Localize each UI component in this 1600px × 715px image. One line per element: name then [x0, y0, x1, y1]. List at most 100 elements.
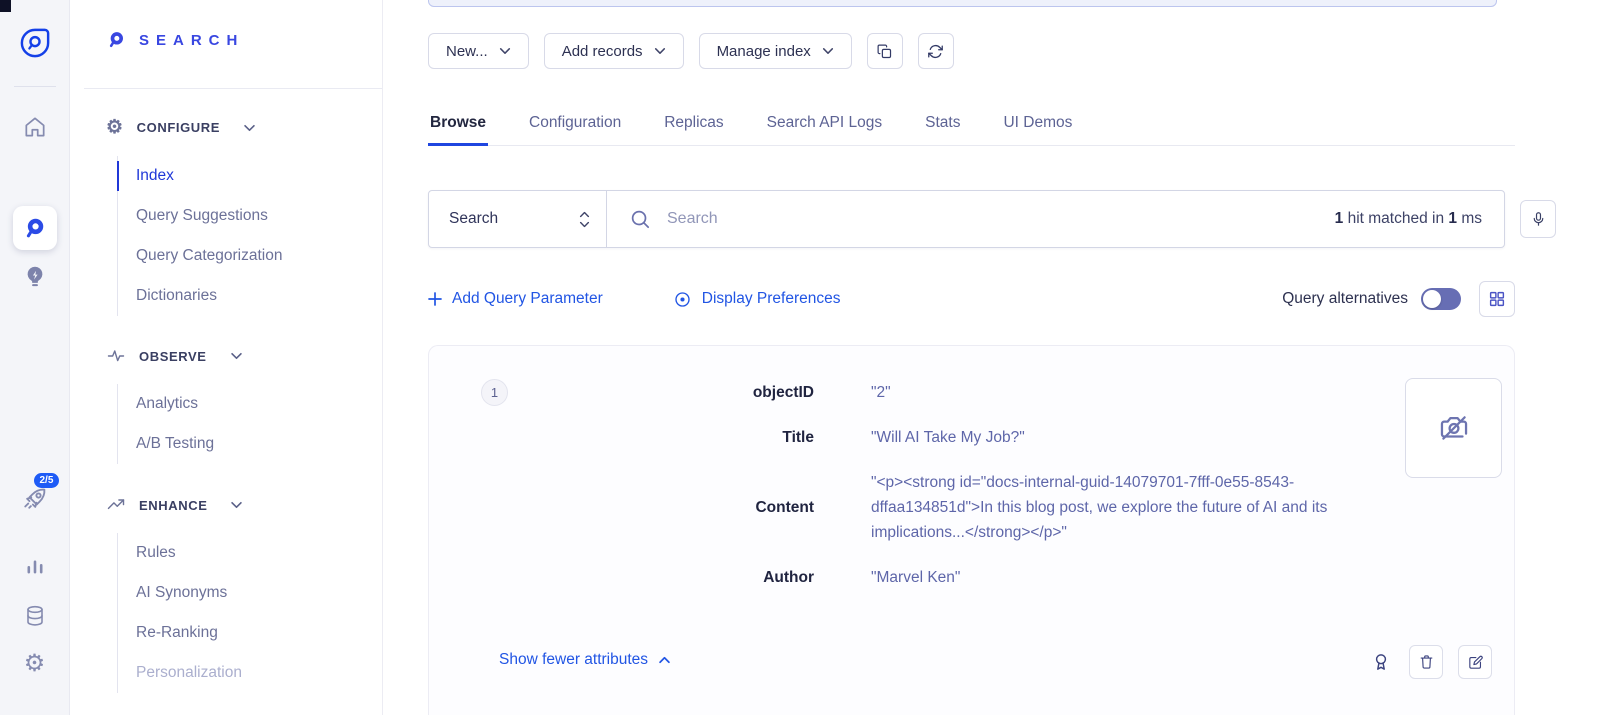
attribute-name: objectID	[429, 380, 814, 405]
query-alternatives-toggle[interactable]	[1421, 288, 1461, 310]
attribute-value: "<p><strong id="docs-internal-guid-14079…	[871, 470, 1393, 545]
index-toolbar: New... Add records Manage index	[428, 33, 954, 69]
app-root: 2/5 ⚙	[0, 0, 1600, 715]
sidebar-divider	[84, 88, 382, 89]
toggle-knob	[1423, 290, 1441, 308]
tab-ui-demos[interactable]: UI Demos	[1001, 104, 1074, 145]
manage-index-button[interactable]: Manage index	[699, 33, 852, 69]
rail-home-button[interactable]	[22, 114, 48, 140]
refresh-icon	[927, 43, 944, 60]
configure-items: Index Query Suggestions Query Categoriza…	[117, 156, 282, 316]
search-scope-value: Search	[449, 210, 498, 228]
search-scope-select[interactable]: Search	[429, 191, 607, 247]
show-fewer-label: Show fewer attributes	[499, 651, 648, 669]
chevron-down-icon	[654, 47, 666, 55]
section-enhance-label: ENHANCE	[139, 498, 207, 513]
sidebar-item-re-ranking[interactable]: Re-Ranking	[136, 613, 242, 653]
hit-actions	[1370, 645, 1492, 679]
chevron-updown-icon	[579, 211, 590, 228]
trash-icon	[1418, 653, 1435, 671]
sidebar-item-query-suggestions[interactable]: Query Suggestions	[136, 196, 282, 236]
sidebar-item-rules[interactable]: Rules	[136, 533, 242, 573]
chevron-down-icon	[499, 47, 511, 55]
sidebar-item-index[interactable]: Index	[136, 156, 282, 196]
add-query-parameter-link[interactable]: Add Query Parameter	[428, 290, 603, 308]
tab-replicas[interactable]: Replicas	[662, 104, 725, 145]
voice-search-button[interactable]	[1520, 200, 1556, 238]
attribute-value: "Will AI Take My Job?"	[871, 425, 1393, 450]
attribute-name: Title	[429, 425, 814, 450]
algolia-logo-icon	[20, 28, 50, 58]
award-icon	[1370, 650, 1392, 674]
chevron-down-icon	[230, 501, 243, 509]
search-input[interactable]	[667, 210, 1320, 228]
home-icon	[22, 114, 48, 140]
query-controls: Add Query Parameter Display Preferences …	[428, 281, 1515, 317]
section-observe-label: OBSERVE	[139, 349, 207, 364]
display-preferences-link[interactable]: Display Preferences	[673, 290, 841, 309]
copy-index-button[interactable]	[867, 33, 903, 69]
rocket-icon	[20, 484, 50, 514]
product-title: SEARCH	[106, 30, 244, 50]
sidebar-item-dictionaries[interactable]: Dictionaries	[136, 276, 282, 316]
promote-hit-button[interactable]	[1370, 650, 1392, 674]
layout-grid-button[interactable]	[1479, 281, 1515, 317]
sidebar-item-analytics[interactable]: Analytics	[136, 384, 214, 424]
database-icon	[23, 604, 47, 628]
algolia-logo[interactable]	[20, 28, 50, 58]
rail-data-button[interactable]	[23, 604, 47, 628]
sidebar-item-personalization[interactable]: Personalization	[136, 653, 242, 693]
index-tabs: Browse Configuration Replicas Search API…	[428, 104, 1515, 146]
query-alternatives-label: Query alternatives	[1282, 290, 1408, 308]
configure-gear-icon: ⚙	[106, 118, 124, 137]
index-selector-edge	[428, 0, 1497, 7]
rail-search-button[interactable]	[13, 206, 57, 250]
rail-analytics-button[interactable]	[23, 555, 47, 579]
tab-stats[interactable]: Stats	[923, 104, 962, 145]
rail-divider	[14, 86, 56, 87]
grid-icon	[1488, 290, 1506, 308]
section-enhance[interactable]: ENHANCE	[106, 495, 243, 515]
enhance-items: Rules AI Synonyms Re-Ranking Personaliza…	[117, 533, 242, 693]
chevron-down-icon	[243, 124, 256, 132]
attribute-row: Title "Will AI Take My Job?"	[429, 425, 1409, 450]
tab-configuration[interactable]: Configuration	[527, 104, 623, 145]
usage-badge: 2/5	[34, 473, 60, 488]
microphone-icon	[1530, 210, 1547, 229]
attribute-row: Content "<p><strong id="docs-internal-gu…	[429, 470, 1409, 545]
product-title-text: SEARCH	[139, 32, 244, 49]
section-observe[interactable]: OBSERVE	[106, 346, 243, 366]
display-preferences-label: Display Preferences	[702, 290, 841, 308]
rail-settings-button[interactable]: ⚙	[24, 652, 46, 676]
tab-browse[interactable]: Browse	[428, 104, 488, 146]
manage-index-label: Manage index	[717, 43, 811, 60]
search-stats: 1 hit matched in 1 ms	[1335, 210, 1482, 228]
attribute-row: Author "Marvel Ken"	[429, 565, 1409, 590]
attribute-row: objectID "2"	[429, 380, 1409, 405]
refresh-button[interactable]	[918, 33, 954, 69]
sidebar-item-query-categorization[interactable]: Query Categorization	[136, 236, 282, 276]
attribute-name: Author	[429, 565, 814, 590]
add-records-button[interactable]: Add records	[544, 33, 684, 69]
chevron-down-icon	[230, 352, 243, 360]
search-icon	[629, 208, 652, 231]
edit-hit-button[interactable]	[1458, 645, 1492, 679]
new-index-button[interactable]: New...	[428, 33, 529, 69]
add-records-label: Add records	[562, 43, 643, 60]
sidebar-item-ab-testing[interactable]: A/B Testing	[136, 424, 214, 464]
search-title-icon	[106, 30, 126, 50]
rail-suggestions-button[interactable]	[22, 264, 48, 290]
search-product-icon	[22, 216, 47, 241]
sidebar: SEARCH ⚙ CONFIGURE Index Query Suggestio…	[70, 0, 383, 715]
trending-up-icon	[106, 495, 126, 515]
sidebar-item-ai-synonyms[interactable]: AI Synonyms	[136, 573, 242, 613]
eye-icon	[673, 290, 692, 309]
delete-hit-button[interactable]	[1409, 645, 1443, 679]
rail-upgrade-button[interactable]: 2/5	[20, 484, 50, 514]
bar-chart-icon	[23, 555, 47, 579]
show-fewer-attributes-link[interactable]: Show fewer attributes	[499, 651, 671, 669]
activity-icon	[106, 346, 126, 366]
section-configure[interactable]: ⚙ CONFIGURE	[106, 118, 256, 137]
chevron-down-icon	[822, 47, 834, 55]
tab-search-api-logs[interactable]: Search API Logs	[765, 104, 884, 145]
